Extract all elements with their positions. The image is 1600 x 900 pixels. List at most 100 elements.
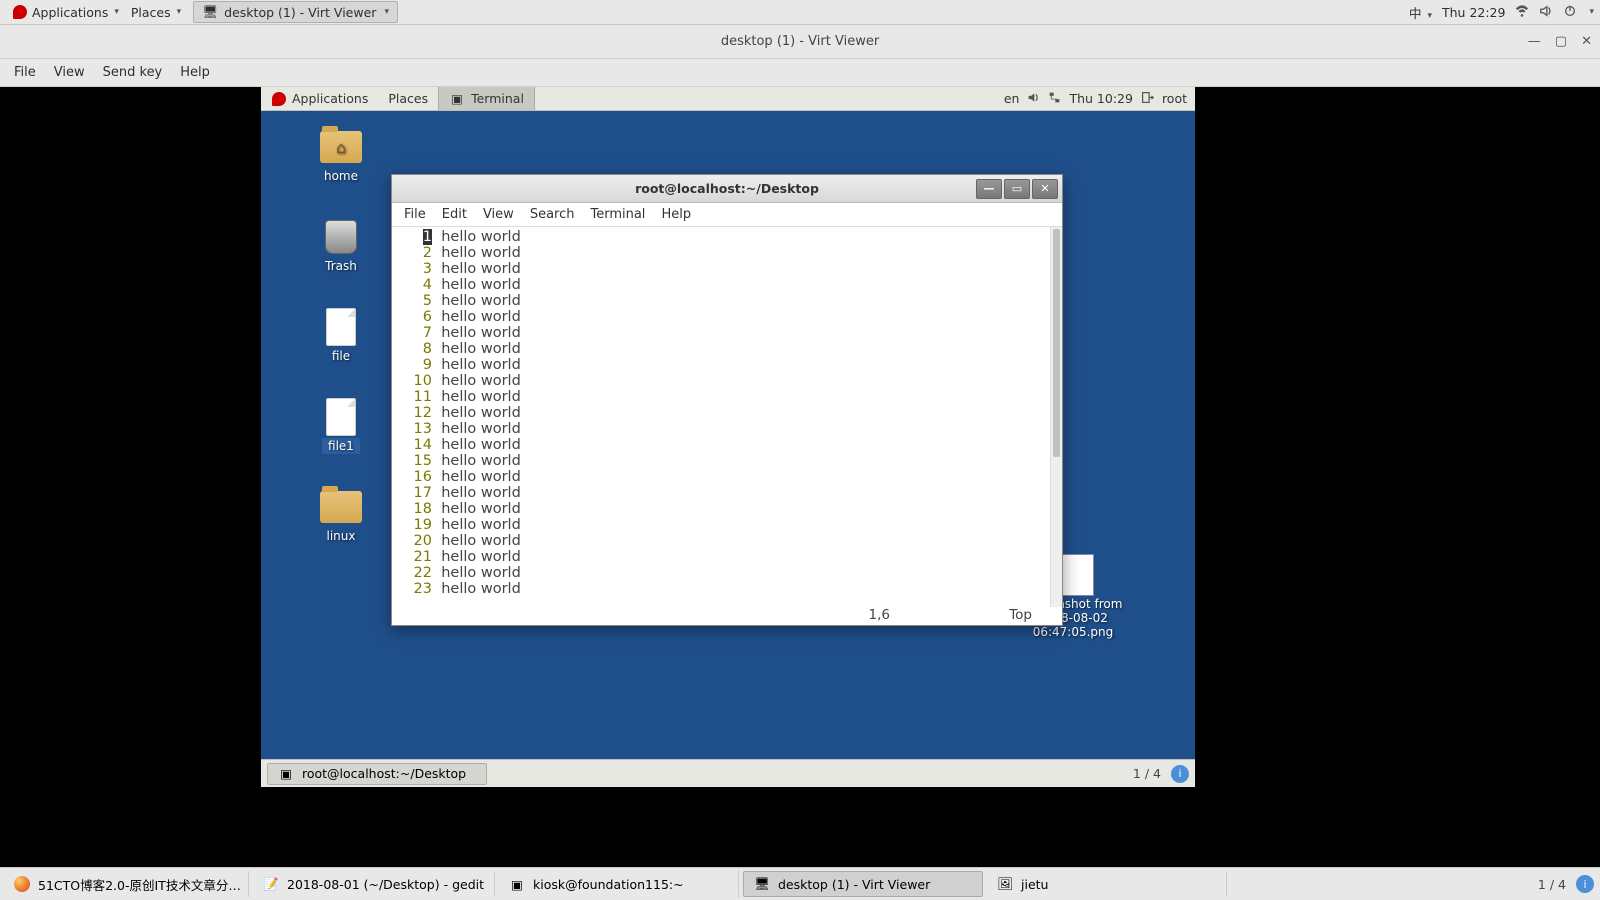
guest-desktop[interactable]: Applications Places ▣ Terminal en Thu 10… bbox=[261, 87, 1195, 787]
home-icon: ⌂ bbox=[336, 138, 346, 157]
virt-viewer-window: desktop (1) - Virt Viewer — ▢ ✕ File Vie… bbox=[0, 25, 1600, 867]
virt-viewer-menubar: File View Send key Help bbox=[0, 59, 1600, 87]
scrollbar[interactable] bbox=[1050, 227, 1062, 607]
close-button[interactable]: ✕ bbox=[1581, 34, 1592, 49]
vv-menu-help[interactable]: Help bbox=[180, 65, 210, 80]
guest-top-panel: Applications Places ▣ Terminal en Thu 10… bbox=[261, 87, 1195, 111]
app-icon: 🖼 bbox=[997, 876, 1013, 892]
term-menu-search[interactable]: Search bbox=[530, 207, 575, 222]
network-icon[interactable] bbox=[1048, 91, 1061, 107]
desktop-icon-label: Trash bbox=[325, 259, 357, 273]
guest-top-task-label: Terminal bbox=[471, 91, 524, 106]
vv-menu-sendkey[interactable]: Send key bbox=[103, 65, 163, 80]
minimize-button[interactable]: — bbox=[976, 179, 1002, 199]
term-menu-file[interactable]: File bbox=[404, 207, 426, 222]
info-icon[interactable]: i bbox=[1171, 765, 1189, 783]
guest-clock[interactable]: Thu 10:29 bbox=[1069, 91, 1132, 106]
guest-top-task[interactable]: ▣ Terminal bbox=[438, 87, 535, 110]
task-label: jietu bbox=[1021, 877, 1048, 892]
term-menu-view[interactable]: View bbox=[483, 207, 514, 222]
term-menu-terminal[interactable]: Terminal bbox=[590, 207, 645, 222]
desktop-icon-trash[interactable]: Trash bbox=[301, 219, 381, 273]
desktop-icon-file[interactable]: file bbox=[301, 309, 381, 363]
desktop-icon-linux[interactable]: linux bbox=[301, 489, 381, 543]
guest-tray: en Thu 10:29 root bbox=[1004, 91, 1195, 107]
terminal-icon: ▣ bbox=[278, 766, 294, 782]
host-top-task-label: desktop (1) - Virt Viewer bbox=[224, 5, 376, 20]
host-places-label: Places bbox=[131, 5, 171, 20]
virt-viewer-content: Applications Places ▣ Terminal en Thu 10… bbox=[0, 87, 1600, 867]
host-workspace-indicator[interactable]: 1 / 4 bbox=[1528, 877, 1576, 892]
chevron-down-icon: ▾ bbox=[177, 7, 182, 17]
terminal-title: root@localhost:~/Desktop bbox=[635, 181, 819, 196]
chevron-down-icon: ▾ bbox=[114, 7, 119, 17]
guest-taskbar-item[interactable]: ▣ root@localhost:~/Desktop bbox=[267, 763, 487, 785]
host-top-panel: Applications ▾ Places ▾ 🖥 desktop (1) - … bbox=[0, 0, 1600, 25]
host-taskbar-item[interactable]: 🖼 jietu bbox=[987, 871, 1227, 897]
guest-lang-indicator[interactable]: en bbox=[1004, 91, 1020, 106]
guest-applications-menu[interactable]: Applications bbox=[261, 91, 378, 107]
vv-menu-file[interactable]: File bbox=[14, 65, 36, 80]
host-top-task[interactable]: 🖥 desktop (1) - Virt Viewer ▾ bbox=[193, 1, 398, 23]
term-menu-help[interactable]: Help bbox=[661, 207, 691, 222]
scrollbar-thumb[interactable] bbox=[1053, 229, 1060, 457]
host-taskbar-item[interactable]: 📝 2018-08-01 (~/Desktop) - gedit bbox=[253, 871, 495, 897]
host-clock[interactable]: Thu 22:29 bbox=[1442, 5, 1505, 20]
guest-user-label[interactable]: root bbox=[1162, 91, 1187, 106]
desktop-icon-label: home bbox=[324, 169, 358, 183]
logout-icon[interactable] bbox=[1141, 91, 1154, 107]
virt-viewer-title: desktop (1) - Virt Viewer bbox=[721, 34, 879, 49]
volume-icon[interactable] bbox=[1539, 4, 1553, 21]
maximize-button[interactable]: ▢ bbox=[1555, 34, 1567, 49]
guest-task-label: root@localhost:~/Desktop bbox=[302, 766, 466, 781]
guest-bottom-panel: ▣ root@localhost:~/Desktop 1 / 4 i bbox=[261, 759, 1195, 787]
app-icon: 📝 bbox=[263, 876, 279, 892]
task-label: desktop (1) - Virt Viewer bbox=[778, 877, 930, 892]
terminal-titlebar[interactable]: root@localhost:~/Desktop — ▭ ✕ bbox=[392, 175, 1062, 203]
trash-icon bbox=[325, 220, 357, 254]
maximize-button[interactable]: ▭ bbox=[1004, 179, 1030, 199]
vv-menu-view[interactable]: View bbox=[54, 65, 85, 80]
app-icon: ▣ bbox=[509, 876, 525, 892]
volume-icon[interactable] bbox=[1027, 91, 1040, 107]
chevron-down-icon[interactable]: ▾ bbox=[1589, 7, 1594, 17]
host-places-menu[interactable]: Places ▾ bbox=[125, 3, 187, 22]
monitor-icon: 🖥 bbox=[202, 4, 218, 20]
desktop-icon-label: file1 bbox=[322, 438, 360, 454]
app-icon: 🖥 bbox=[754, 876, 770, 892]
host-bottom-panel: 51CTO博客2.0-原创IT技术文章分… 📝 2018-08-01 (~/Desk… bbox=[0, 867, 1600, 900]
terminal-menubar: File Edit View Search Terminal Help bbox=[392, 203, 1062, 227]
terminal-icon: ▣ bbox=[449, 91, 465, 107]
task-label: 51CTO博客2.0-原创IT技术文章分… bbox=[38, 875, 241, 894]
minimize-button[interactable]: — bbox=[1528, 34, 1541, 49]
redhat-icon bbox=[271, 91, 287, 107]
terminal-body[interactable]: 1 hello world 2 hello world 3 hello worl… bbox=[392, 227, 1062, 625]
wifi-icon[interactable] bbox=[1515, 4, 1529, 21]
term-menu-edit[interactable]: Edit bbox=[442, 207, 467, 222]
terminal-statusbar: 1,6 Top bbox=[392, 607, 1050, 625]
ime-indicator[interactable]: 中 ▾ bbox=[1409, 3, 1432, 22]
desktop-icon-file1[interactable]: file1 bbox=[301, 399, 381, 453]
task-label: kiosk@foundation115:~ bbox=[533, 877, 684, 892]
host-taskbar-item[interactable]: 🖥 desktop (1) - Virt Viewer bbox=[743, 871, 983, 897]
close-button[interactable]: ✕ bbox=[1032, 179, 1058, 199]
task-label: 2018-08-01 (~/Desktop) - gedit bbox=[287, 877, 484, 892]
status-position: 1,6 bbox=[869, 607, 890, 623]
guest-applications-label: Applications bbox=[292, 91, 368, 106]
guest-places-menu[interactable]: Places bbox=[378, 91, 438, 106]
desktop-icon-label: linux bbox=[327, 529, 356, 543]
host-taskbar-item[interactable]: 51CTO博客2.0-原创IT技术文章分… bbox=[4, 871, 249, 897]
virt-viewer-titlebar[interactable]: desktop (1) - Virt Viewer — ▢ ✕ bbox=[0, 25, 1600, 59]
chevron-down-icon: ▾ bbox=[384, 7, 389, 17]
guest-workspace-indicator[interactable]: 1 / 4 bbox=[1123, 766, 1171, 781]
status-mode: Top bbox=[1009, 607, 1032, 623]
power-icon[interactable] bbox=[1563, 4, 1577, 21]
host-applications-menu[interactable]: Applications ▾ bbox=[6, 2, 125, 22]
host-taskbar-item[interactable]: ▣ kiosk@foundation115:~ bbox=[499, 871, 739, 897]
terminal-content: 1 hello world 2 hello world 3 hello worl… bbox=[398, 229, 521, 625]
redhat-icon bbox=[12, 4, 28, 20]
info-icon[interactable]: i bbox=[1576, 875, 1594, 893]
desktop-icon-home[interactable]: ⌂ home bbox=[301, 129, 381, 183]
folder-icon bbox=[320, 491, 362, 523]
app-icon bbox=[14, 876, 30, 892]
